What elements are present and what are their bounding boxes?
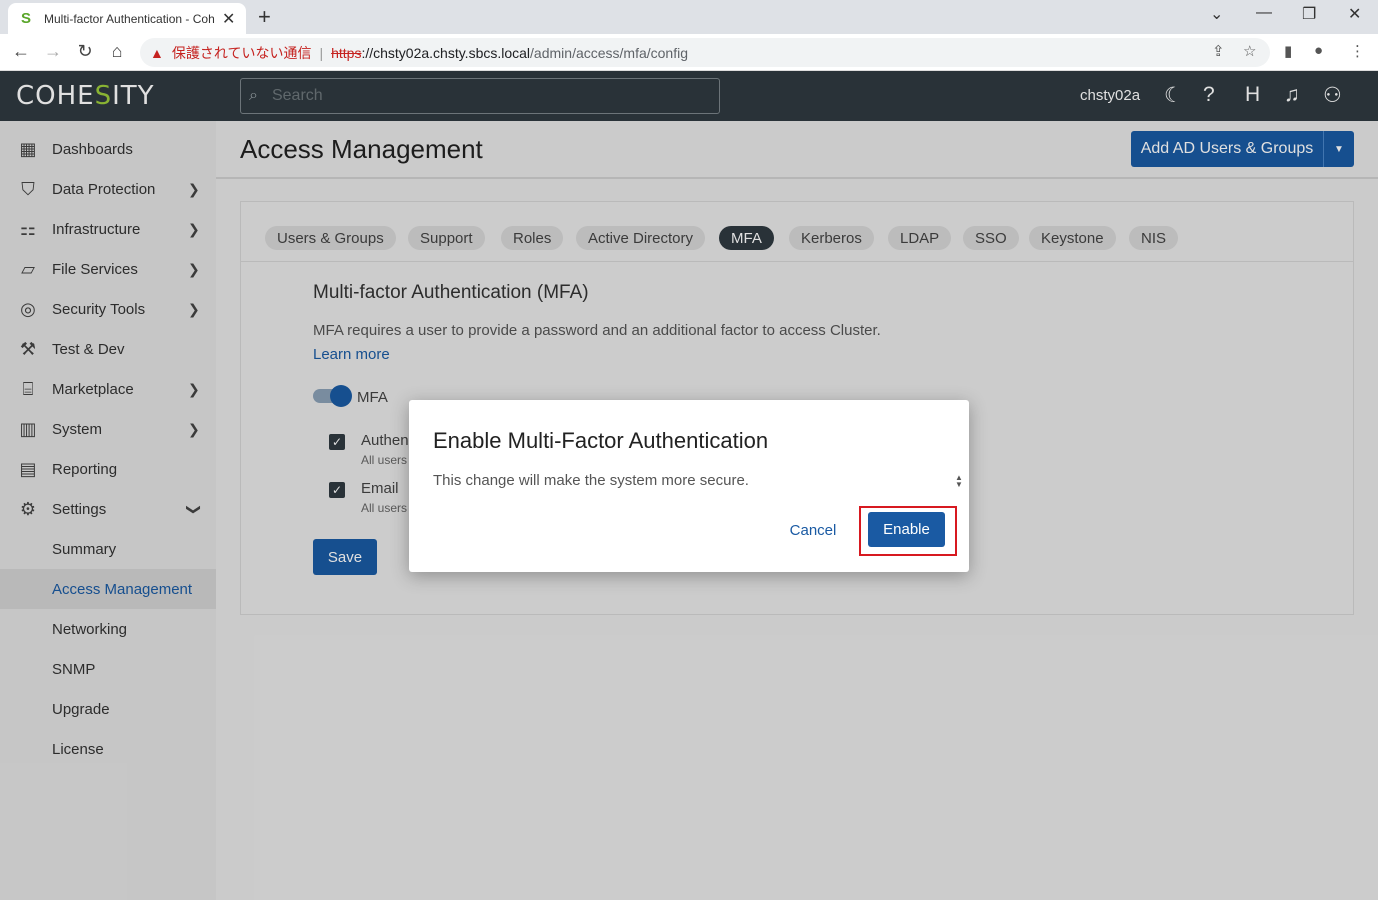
url-scheme: https bbox=[331, 44, 362, 61]
browser-tab-title: Multi-factor Authentication - Coh bbox=[44, 11, 215, 26]
cancel-button[interactable]: Cancel bbox=[781, 513, 845, 547]
share-icon[interactable]: ⇪ bbox=[1212, 42, 1225, 60]
new-tab-button[interactable]: + bbox=[258, 4, 271, 30]
warning-icon: ▲ bbox=[150, 44, 164, 61]
cohesity-favicon-icon: S bbox=[20, 9, 31, 27]
enable-button[interactable]: Enable bbox=[868, 512, 945, 547]
profile-icon[interactable]: ● bbox=[1314, 42, 1323, 59]
address-bar: ← → ↻ ⌂ ▲ 保護されていない通信 | https ://chsty02a… bbox=[0, 34, 1378, 71]
side-panel-icon[interactable]: ▮ bbox=[1284, 42, 1292, 60]
tab-search-icon[interactable]: ⌄ bbox=[1210, 4, 1223, 24]
back-icon[interactable]: ← bbox=[10, 41, 32, 62]
browser-tab[interactable]: S Multi-factor Authentication - Coh ✕ bbox=[8, 3, 246, 34]
browser-tab-bar: S Multi-factor Authentication - Coh ✕ + … bbox=[0, 0, 1378, 34]
minimize-icon[interactable]: — bbox=[1256, 4, 1272, 22]
dialog-message: This change will make the system more se… bbox=[433, 472, 749, 489]
insecure-warning: 保護されていない通信 bbox=[171, 44, 312, 61]
dialog-title: Enable Multi-Factor Authentication bbox=[433, 428, 769, 453]
home-icon[interactable]: ⌂ bbox=[106, 41, 128, 62]
scroll-arrows-icon[interactable]: ▲ ▼ bbox=[955, 474, 963, 489]
url-separator: | bbox=[319, 44, 324, 61]
url-host: ://chsty02a.chsty.sbcs.local bbox=[361, 44, 531, 61]
url-field[interactable]: ▲ 保護されていない通信 | https ://chsty02a.chsty.s… bbox=[140, 38, 1270, 67]
restore-icon[interactable]: ❐ bbox=[1302, 4, 1316, 24]
forward-icon[interactable]: → bbox=[42, 41, 64, 62]
close-tab-icon[interactable]: ✕ bbox=[222, 9, 235, 29]
enable-mfa-dialog: Enable Multi-Factor Authentication This … bbox=[409, 400, 969, 572]
url-path: /admin/access/mfa/config bbox=[530, 44, 689, 61]
browser-menu-icon[interactable]: ⋮ bbox=[1350, 42, 1365, 60]
reload-icon[interactable]: ↻ bbox=[74, 41, 96, 62]
window-close-icon[interactable]: ✕ bbox=[1348, 4, 1361, 24]
bookmark-star-icon[interactable]: ☆ bbox=[1243, 42, 1256, 60]
